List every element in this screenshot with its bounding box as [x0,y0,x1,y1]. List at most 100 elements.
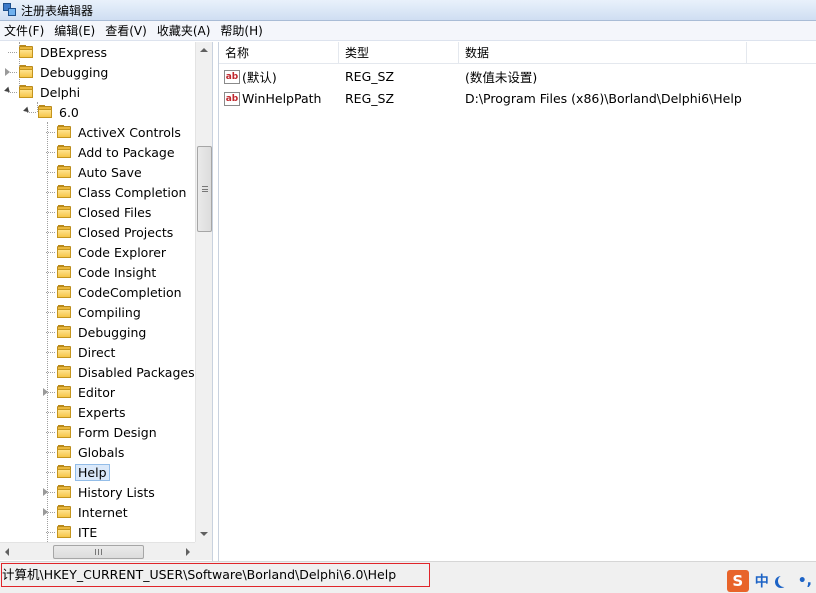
tree-item[interactable]: ITE [56,522,100,542]
expand-arrow-icon[interactable] [43,388,48,396]
key-tree-pane[interactable]: DBExpress Debugging Delphi 6.0 ActiveX Contr… [0,42,213,561]
tree-item-label: Auto Save [78,164,142,180]
tree-item[interactable]: Direct [56,342,118,362]
expand-arrow-icon[interactable] [5,68,10,76]
menu-edit[interactable]: 编辑(E) [50,21,101,41]
list-header: 名称 类型 数据 [219,42,816,64]
collapse-arrow-icon[interactable] [4,86,12,95]
expand-arrow-icon[interactable] [43,488,48,496]
folder-icon [56,485,72,499]
folder-icon [56,285,72,299]
tree-item-label: Compiling [78,304,141,320]
column-header-data[interactable]: 数据 [459,42,747,64]
tree-item-label: Debugging [78,324,147,340]
status-key-path: 计算机\HKEY_CURRENT_USER\Software\Borland\D… [1,563,430,587]
tree-item[interactable]: ActiveX Controls [56,122,184,142]
tree-item-label: Debugging [40,64,109,80]
tree-item-label: Closed Projects [78,224,174,240]
values-list-pane[interactable]: 名称 类型 数据 ab (默认) REG_SZ (数值未设置) ab WinHe… [218,42,816,561]
title-bar[interactable]: 注册表编辑器 [0,0,816,21]
folder-icon [56,205,72,219]
tree-item-label: Closed Files [78,204,152,220]
tree-item-label: Internet [78,504,128,520]
ime-chinese-mode[interactable]: 中 [755,571,769,591]
folder-icon [56,325,72,339]
value-name: WinHelpPath [242,91,322,106]
tree-item[interactable]: Add to Package [56,142,178,162]
tree-item[interactable]: 6.0 [37,102,82,122]
tree-item[interactable]: Internet [56,502,131,522]
tree-item-label: ITE [78,524,98,540]
folder-icon [56,265,72,279]
column-header-type[interactable]: 类型 [339,42,459,64]
tree-item[interactable]: DBExpress [18,42,110,62]
tree-item[interactable]: Globals [56,442,127,462]
value-row[interactable]: ab (默认) REG_SZ (数值未设置) [219,66,799,87]
folder-icon [56,405,72,419]
tree-item-label: Form Design [78,424,157,440]
collapse-arrow-icon[interactable] [23,106,31,115]
sogou-ime-logo-icon[interactable]: S [726,570,749,592]
folder-icon [56,445,72,459]
tree-item[interactable]: Code Explorer [56,242,169,262]
folder-icon [56,525,72,539]
folder-icon [37,105,53,119]
tree-item-label: Disabled Packages [78,364,194,380]
tree-item[interactable]: Experts [56,402,128,422]
folder-icon [18,65,34,79]
tree-item[interactable]: Closed Files [56,202,154,222]
tree-item-label: Code Explorer [78,244,167,260]
scroll-right-arrow-icon[interactable] [186,548,190,556]
folder-icon [56,245,72,259]
folder-icon [56,225,72,239]
menu-view[interactable]: 查看(V) [101,21,153,41]
tree-item[interactable]: CodeCompletion [56,282,185,302]
menu-favorites[interactable]: 收藏夹(A) [153,21,217,41]
tree-item-label: Direct [78,344,116,360]
tree-horizontal-scrollbar[interactable] [0,542,195,560]
tree-item-label: Help [75,463,110,481]
column-header-name[interactable]: 名称 [219,42,339,64]
value-row[interactable]: ab WinHelpPath REG_SZ D:\Program Files (… [219,88,799,109]
value-type: REG_SZ [345,69,395,84]
value-name: (默认) [242,70,277,85]
tree-item-label: Globals [78,444,125,460]
status-bar: 计算机\HKEY_CURRENT_USER\Software\Borland\D… [0,561,816,593]
menu-file[interactable]: 文件(F) [0,21,50,41]
tree-item[interactable]: Code Insight [56,262,159,282]
tree-item-label: Experts [78,404,126,420]
scrollbar-corner [195,542,212,560]
horizontal-scroll-thumb[interactable] [53,545,144,559]
vertical-scroll-thumb[interactable] [197,146,212,232]
folder-icon [56,365,72,379]
folder-icon [56,465,72,479]
scroll-down-arrow-icon[interactable] [200,532,208,536]
tree-item[interactable]: Debugging [18,62,111,82]
tree-item[interactable]: Form Design [56,422,160,442]
tree-vertical-scrollbar[interactable] [195,42,212,542]
key-tree[interactable]: DBExpress Debugging Delphi 6.0 ActiveX Contr… [0,42,194,542]
expand-arrow-icon[interactable] [43,508,48,516]
ime-halfwidth-moon-icon[interactable] [778,575,790,587]
tree-item[interactable]: History Lists [56,482,158,502]
scroll-up-arrow-icon[interactable] [200,48,208,52]
string-value-icon: ab [224,91,240,106]
menu-help[interactable]: 帮助(H) [216,21,268,41]
tree-item[interactable]: Disabled Packages [56,362,194,382]
tree-item[interactable]: Editor [56,382,118,402]
tree-item[interactable]: Closed Projects [56,222,176,242]
tree-item-label: Delphi [40,84,81,100]
tree-item[interactable]: Compiling [56,302,144,322]
tree-item[interactable]: Debugging [56,322,149,342]
scroll-left-arrow-icon[interactable] [5,548,9,556]
tree-item[interactable]: Help [56,462,110,482]
tree-item[interactable]: Delphi [18,82,83,102]
tree-item[interactable]: Class Completion [56,182,189,202]
tree-item-label: Code Insight [78,264,157,280]
menu-bar: 文件(F) 编辑(E) 查看(V) 收藏夹(A) 帮助(H) [0,21,816,41]
ime-toolbar[interactable]: S 中 •, [726,570,816,592]
string-value-icon: ab [224,69,240,84]
folder-icon [56,165,72,179]
ime-punctuation-mode[interactable]: •, [798,573,812,589]
tree-item[interactable]: Auto Save [56,162,145,182]
